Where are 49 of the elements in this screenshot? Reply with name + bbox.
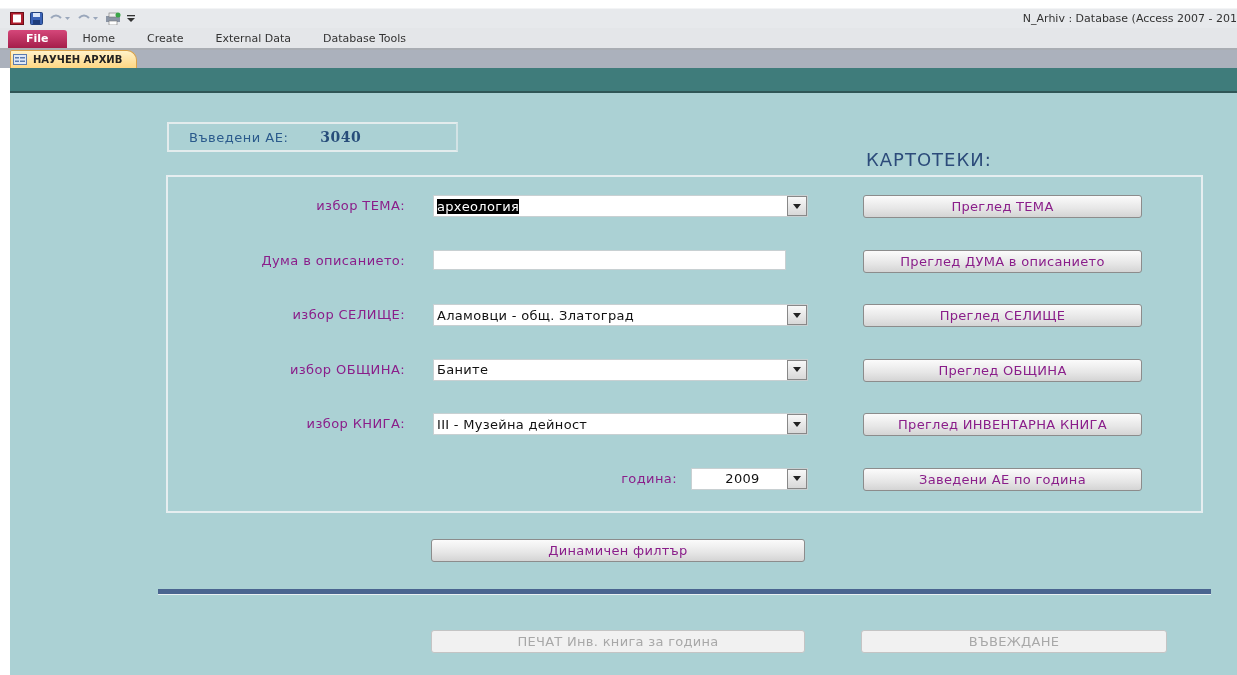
customize-icon[interactable] (127, 13, 135, 23)
combo-value: 2009 (725, 471, 760, 487)
form-button[interactable]: Преглед ИНВЕНТАРНА КНИГА (863, 413, 1142, 437)
combo-box[interactable]: III - Музейна дейност (433, 413, 808, 436)
field-label: избор ОБЩИНА: (289, 360, 405, 379)
combo-box[interactable]: 2009 (691, 467, 808, 490)
caret-icon (793, 367, 801, 373)
dropdown-button[interactable] (787, 359, 807, 380)
field-label: избор КНИГА: (306, 415, 405, 434)
form-button[interactable]: Преглед ТЕМА (863, 195, 1142, 218)
field-label: година: (621, 469, 677, 488)
combo-value: III - Музейна дейност (437, 416, 588, 432)
ribbon-tab[interactable]: File (8, 30, 67, 48)
ribbon-tab[interactable]: External Data (199, 30, 307, 48)
counter-label: Въведени АЕ: (189, 129, 289, 145)
save-icon[interactable] (30, 11, 43, 25)
form-button[interactable]: Преглед ДУМА в описанието (863, 249, 1142, 273)
app-icon (10, 11, 24, 25)
field-label: Дума в описанието: (261, 251, 405, 270)
combo-value: Аламовци - общ. Златоград (437, 307, 634, 323)
dropdown-button[interactable] (787, 196, 807, 216)
combo-box[interactable]: Аламовци - общ. Златоград (433, 304, 808, 327)
form-icon (13, 54, 27, 65)
caret-icon (793, 476, 801, 482)
combo-box[interactable]: Баните (433, 358, 808, 381)
caret-icon (793, 203, 801, 209)
document-tab[interactable]: НАУЧЕН АРХИВ (10, 50, 138, 68)
caret-icon (793, 312, 801, 318)
ribbon-tab[interactable]: Create (131, 30, 200, 48)
ribbon-tab[interactable]: Home (66, 30, 131, 48)
dropdown-button[interactable] (787, 414, 807, 435)
counter-value: 3040 (320, 129, 362, 145)
input-field[interactable] (433, 249, 786, 270)
dropdown-button[interactable] (787, 468, 807, 489)
field-label: избор ТЕМА: (316, 197, 405, 215)
form-button[interactable]: Преглед СЕЛИЩЕ (863, 304, 1142, 328)
section-heading: КАРТОТЕКИ: (866, 149, 993, 172)
dropdown-button[interactable] (787, 305, 807, 326)
window-title: N_Arhiv : Database (Access 2007 - 201 (1022, 11, 1237, 25)
combo-box[interactable]: археология (433, 195, 808, 217)
form-button[interactable]: Преглед ОБЩИНА (863, 358, 1142, 382)
printer-icon[interactable] (105, 11, 121, 25)
combo-value: археология (437, 198, 520, 214)
caret-icon (793, 421, 801, 427)
field-label: избор СЕЛИЩЕ: (292, 306, 405, 325)
form-button[interactable]: Динамичен филтър (431, 539, 805, 562)
combo-value: Баните (437, 362, 489, 378)
ribbon-tab[interactable]: Database Tools (306, 30, 423, 48)
form-button[interactable]: Заведени АЕ по година (863, 467, 1142, 491)
